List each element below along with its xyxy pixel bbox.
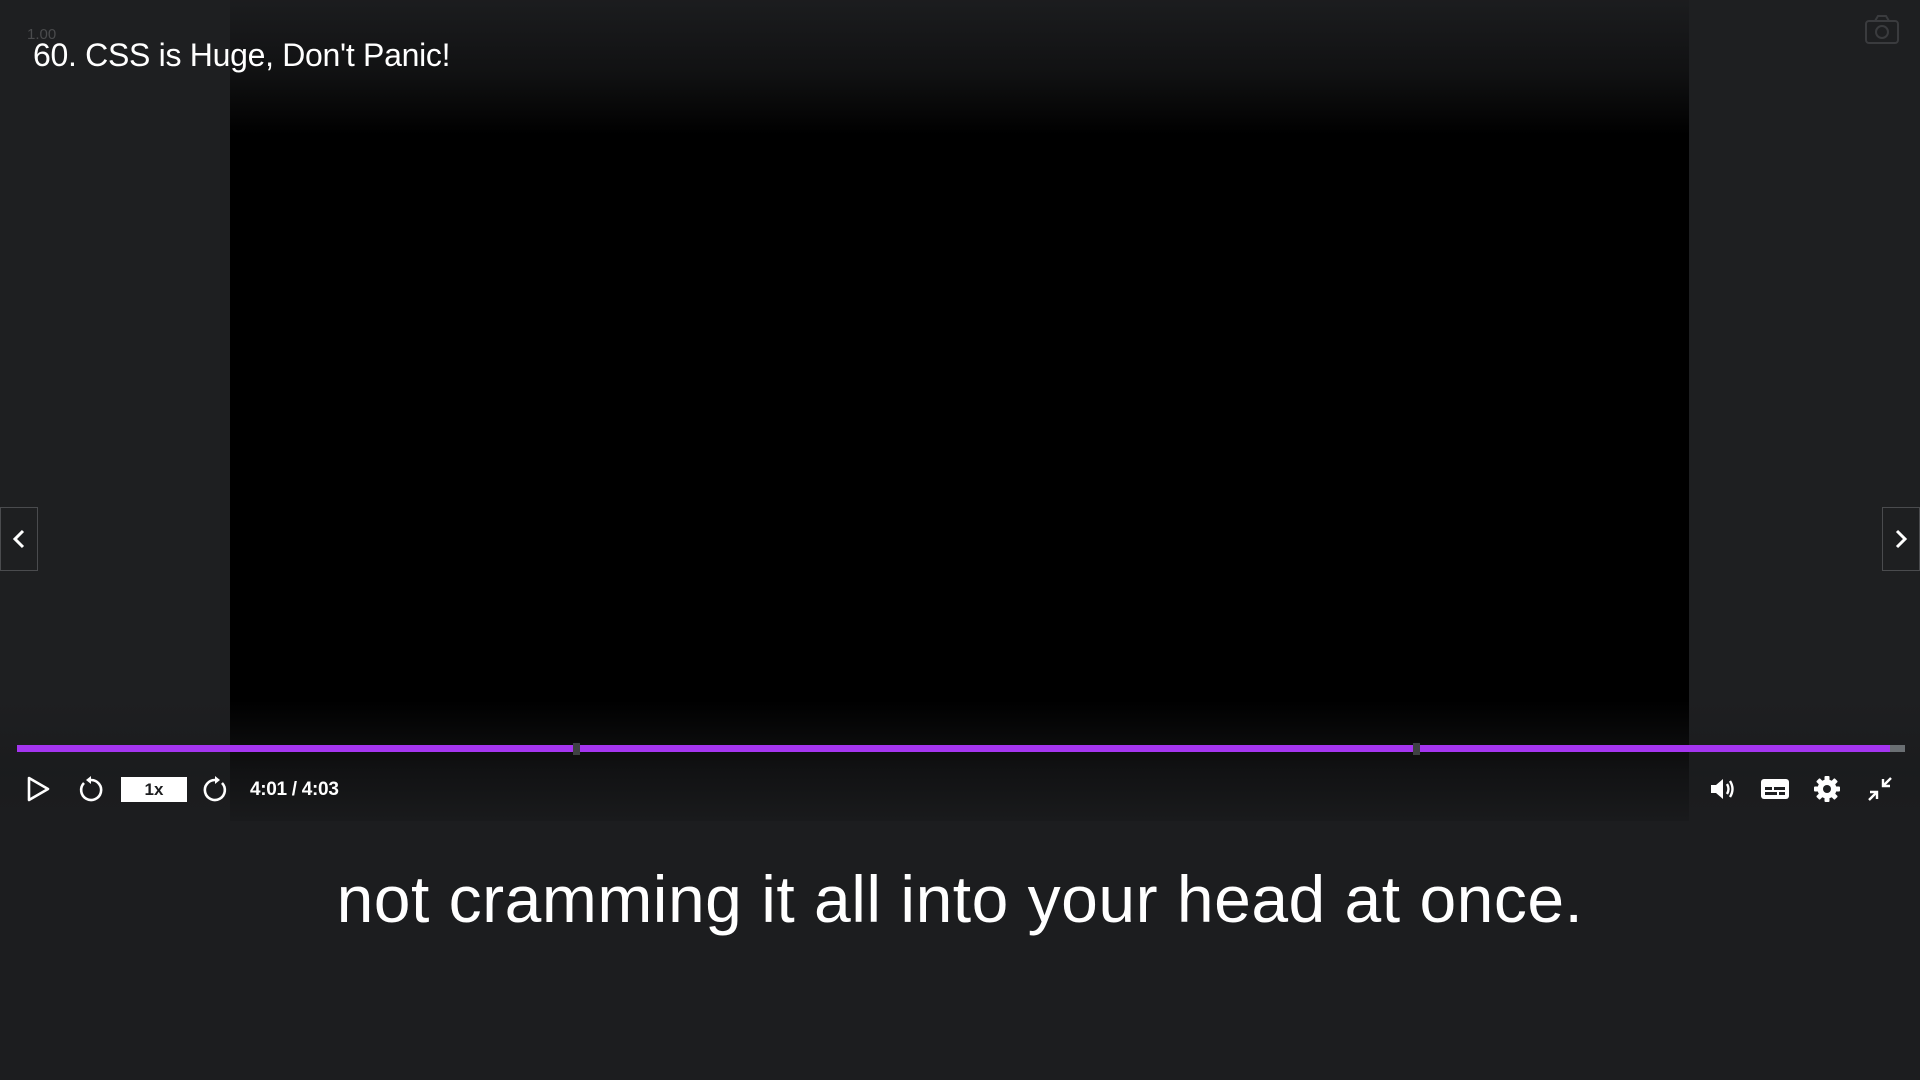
time-display: 4:01 / 4:03	[250, 779, 339, 800]
snapshot-button[interactable]	[1864, 14, 1900, 46]
rewind-5s-icon	[79, 776, 103, 802]
caption-area: not cramming it all into your head at on…	[0, 821, 1920, 1080]
play-icon	[27, 776, 50, 802]
chevron-right-icon	[1895, 529, 1908, 549]
camera-icon	[1865, 15, 1899, 44]
control-bar: 1x 4:01 / 4:03	[0, 767, 1920, 811]
chapter-marker	[572, 743, 580, 755]
progress-played	[17, 745, 1890, 752]
volume-button[interactable]	[1703, 767, 1743, 811]
forward-5s-icon	[203, 776, 227, 802]
settings-button[interactable]	[1807, 767, 1847, 811]
video-player[interactable]: 1.00 60. CSS is Huge, Don't Panic! 1x 4:…	[0, 0, 1920, 821]
exit-fullscreen-icon	[1868, 777, 1892, 801]
gear-icon	[1814, 776, 1840, 802]
video-title: 60. CSS is Huge, Don't Panic!	[33, 37, 451, 73]
rewind-button[interactable]	[71, 767, 111, 811]
playback-rate-button[interactable]: 1x	[121, 777, 187, 802]
captions-button[interactable]	[1755, 767, 1795, 811]
previous-lecture-button[interactable]	[0, 507, 38, 571]
next-lecture-button[interactable]	[1882, 507, 1920, 571]
captions-icon	[1761, 779, 1789, 799]
progress-bar[interactable]	[17, 743, 1905, 755]
volume-icon	[1711, 779, 1734, 799]
caption-text: not cramming it all into your head at on…	[336, 862, 1584, 936]
chapter-marker	[1413, 743, 1420, 755]
chevron-left-icon	[12, 529, 25, 549]
exit-fullscreen-button[interactable]	[1860, 767, 1900, 811]
forward-button[interactable]	[195, 767, 235, 811]
play-button[interactable]	[18, 767, 58, 811]
